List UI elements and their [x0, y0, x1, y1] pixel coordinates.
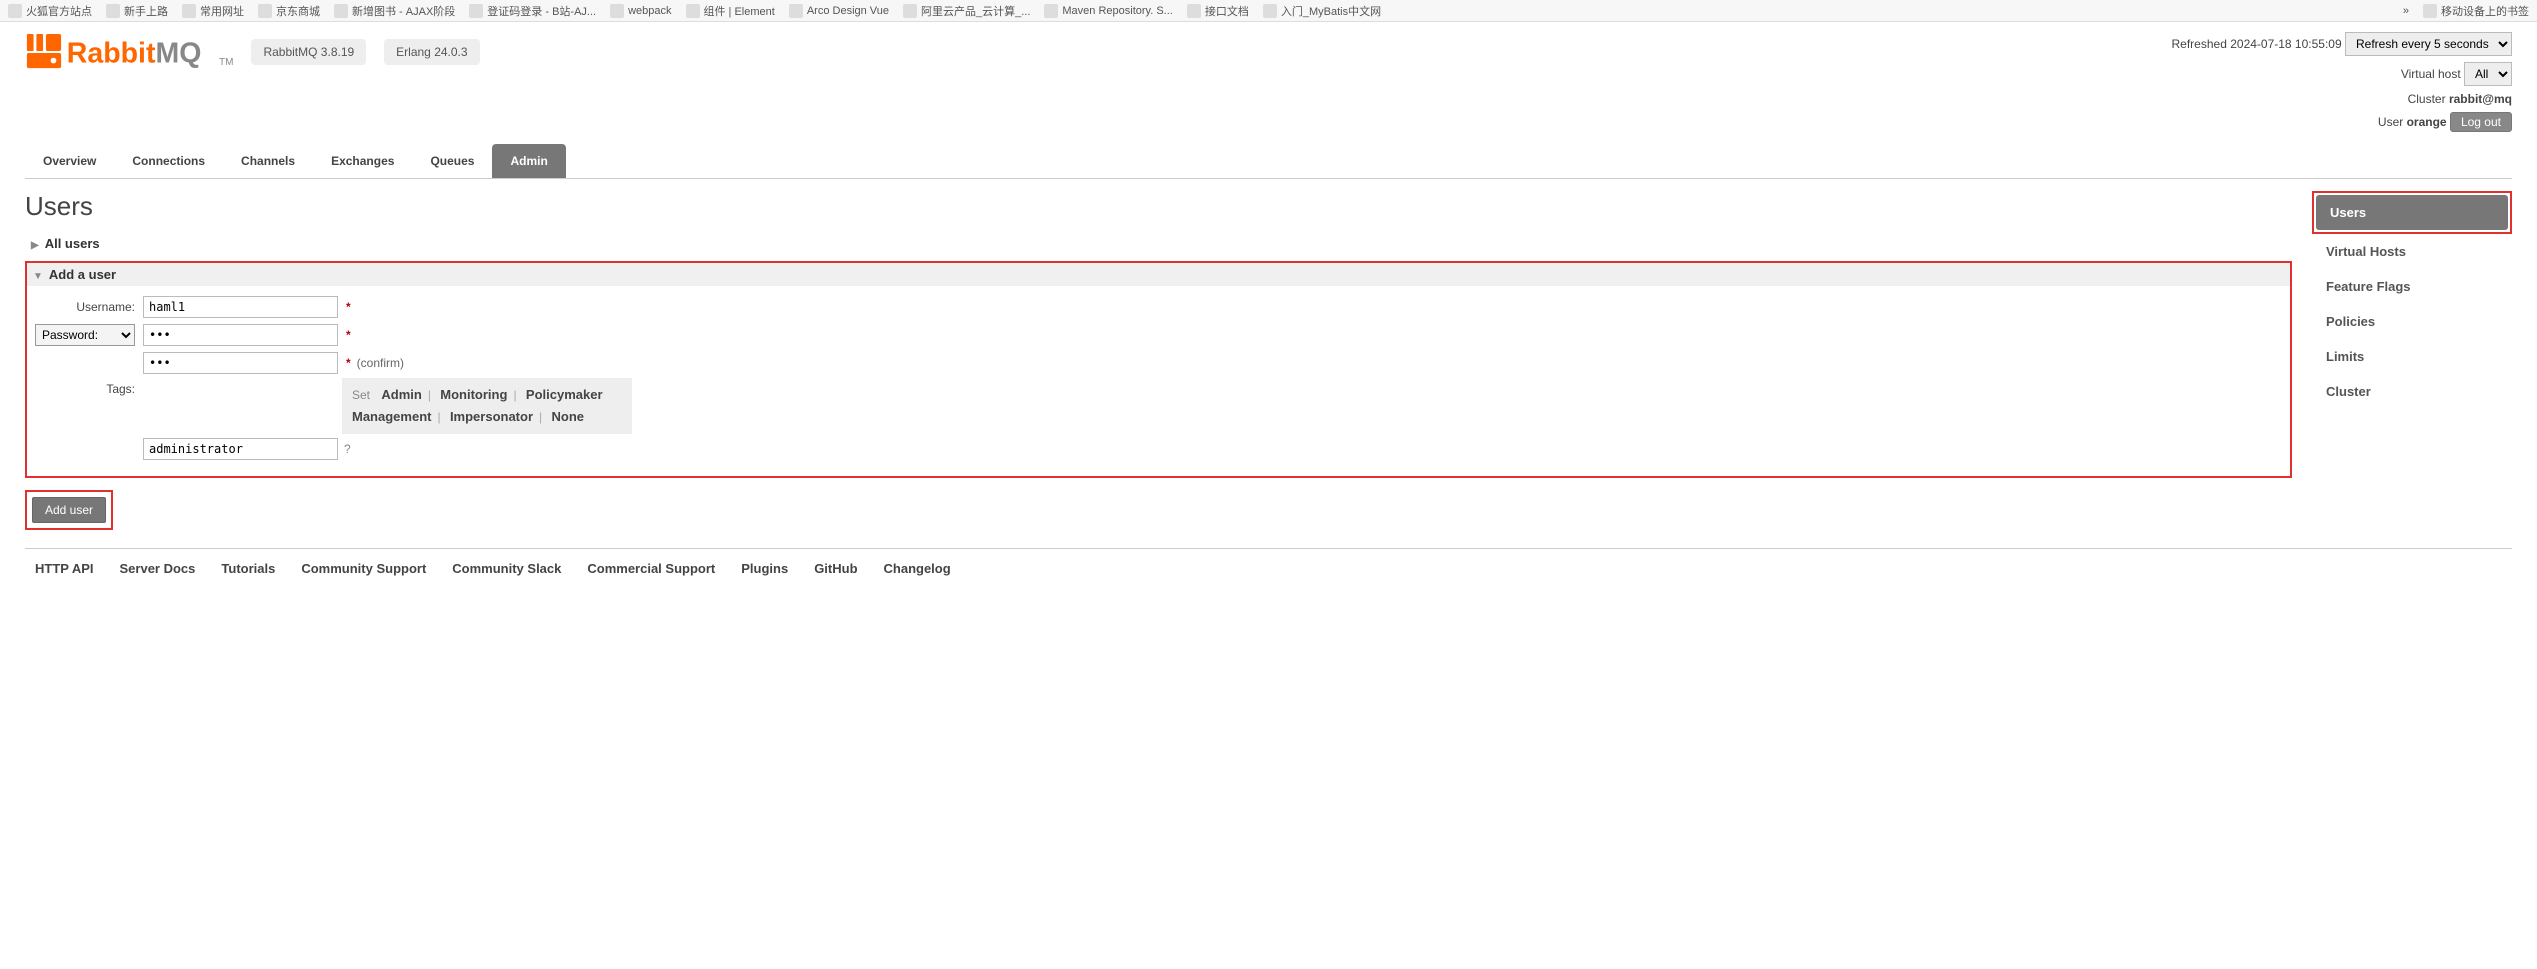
- page-title: Users: [25, 191, 2292, 222]
- bookmark-item[interactable]: 常用网址: [182, 3, 244, 19]
- footer: HTTP API Server Docs Tutorials Community…: [25, 548, 2512, 576]
- tags-input[interactable]: [143, 438, 338, 460]
- tab-exchanges[interactable]: Exchanges: [313, 144, 412, 178]
- trademark: TM: [219, 57, 233, 68]
- svg-text:RabbitMQ: RabbitMQ: [67, 37, 202, 69]
- tab-admin[interactable]: Admin: [492, 144, 565, 178]
- vhost-label: Virtual host: [2401, 67, 2461, 81]
- tags-label: Tags:: [35, 378, 143, 396]
- password-type-select[interactable]: Password:: [35, 324, 135, 346]
- footer-community-slack[interactable]: Community Slack: [452, 561, 561, 576]
- bookmark-overflow[interactable]: »: [2403, 5, 2409, 17]
- footer-changelog[interactable]: Changelog: [884, 561, 951, 576]
- username-label: Username:: [35, 300, 143, 314]
- vhost-select[interactable]: All: [2464, 62, 2512, 86]
- section-add-user[interactable]: Add a user: [27, 263, 2290, 286]
- bookmark-item[interactable]: 新增图书 - AJAX阶段: [334, 3, 455, 19]
- bookmark-item[interactable]: Arco Design Vue: [789, 4, 889, 18]
- footer-plugins[interactable]: Plugins: [741, 561, 788, 576]
- refresh-interval-select[interactable]: Refresh every 5 seconds: [2345, 32, 2512, 56]
- section-all-users[interactable]: All users: [25, 232, 2292, 255]
- sidebar-item-limits[interactable]: Limits: [2312, 339, 2512, 374]
- tag-option-none[interactable]: None: [551, 409, 584, 424]
- bookmark-item[interactable]: 新手上路: [106, 3, 168, 19]
- refreshed-time: 2024-07-18 10:55:09: [2230, 37, 2341, 51]
- rabbitmq-version: RabbitMQ 3.8.19: [251, 39, 366, 65]
- help-icon[interactable]: ?: [344, 442, 351, 456]
- refreshed-label: Refreshed: [2172, 37, 2227, 51]
- password-confirm-input[interactable]: [143, 352, 338, 374]
- bookmark-item[interactable]: 接口文档: [1187, 3, 1249, 19]
- cluster-value: rabbit@mq: [2449, 92, 2512, 106]
- logout-button[interactable]: Log out: [2450, 112, 2512, 132]
- chevron-down-icon: [33, 267, 43, 282]
- browser-bookmarks-bar: 火狐官方站点 新手上路 常用网址 京东商城 新增图书 - AJAX阶段 登证码登…: [0, 0, 2537, 22]
- add-user-button[interactable]: Add user: [32, 497, 106, 523]
- sidebar-item-cluster[interactable]: Cluster: [2312, 374, 2512, 409]
- confirm-label: (confirm): [357, 356, 404, 370]
- footer-community-support[interactable]: Community Support: [301, 561, 426, 576]
- bookmark-item[interactable]: 移动设备上的书签: [2423, 3, 2529, 19]
- tab-channels[interactable]: Channels: [223, 144, 313, 178]
- sidebar-item-users[interactable]: Users: [2316, 195, 2508, 230]
- footer-server-docs[interactable]: Server Docs: [120, 561, 196, 576]
- user-value: orange: [2407, 115, 2447, 129]
- tab-queues[interactable]: Queues: [412, 144, 492, 178]
- cluster-label: Cluster: [2408, 92, 2446, 106]
- chevron-right-icon: [31, 236, 39, 251]
- bookmark-item[interactable]: 组件 | Element: [686, 3, 775, 19]
- tag-helper-box: Set Admin| Monitoring| Policymaker Manag…: [342, 378, 632, 434]
- rabbitmq-logo: RabbitMQ TM: [25, 32, 233, 72]
- user-label: User: [2378, 115, 2403, 129]
- required-marker: *: [346, 300, 351, 314]
- set-label: Set: [352, 388, 370, 402]
- sidebar-item-feature-flags[interactable]: Feature Flags: [2312, 269, 2512, 304]
- tag-option-monitoring[interactable]: Monitoring: [440, 387, 507, 402]
- sidebar-item-virtual-hosts[interactable]: Virtual Hosts: [2312, 234, 2512, 269]
- bookmark-item[interactable]: 火狐官方站点: [8, 3, 92, 19]
- tag-option-admin[interactable]: Admin: [381, 387, 421, 402]
- footer-commercial-support[interactable]: Commercial Support: [587, 561, 715, 576]
- bookmark-item[interactable]: Maven Repository. S...: [1044, 4, 1172, 18]
- tab-overview[interactable]: Overview: [25, 144, 114, 178]
- erlang-version: Erlang 24.0.3: [384, 39, 479, 65]
- username-input[interactable]: [143, 296, 338, 318]
- tag-option-policymaker[interactable]: Policymaker: [526, 387, 603, 402]
- sidebar-item-policies[interactable]: Policies: [2312, 304, 2512, 339]
- tag-option-impersonator[interactable]: Impersonator: [450, 409, 533, 424]
- footer-github[interactable]: GitHub: [814, 561, 857, 576]
- tag-option-management[interactable]: Management: [352, 409, 431, 424]
- footer-tutorials[interactable]: Tutorials: [221, 561, 275, 576]
- password-input[interactable]: [143, 324, 338, 346]
- main-tabs: Overview Connections Channels Exchanges …: [25, 144, 2512, 179]
- required-marker: *: [346, 356, 351, 370]
- bookmark-item[interactable]: 阿里云产品_云计算_...: [903, 3, 1030, 19]
- tab-connections[interactable]: Connections: [114, 144, 223, 178]
- bookmark-item[interactable]: 入门_MyBatis中文网: [1263, 3, 1381, 19]
- footer-http-api[interactable]: HTTP API: [35, 561, 94, 576]
- required-marker: *: [346, 328, 351, 342]
- bookmark-item[interactable]: 京东商城: [258, 3, 320, 19]
- bookmark-item[interactable]: 登证码登录 - B站-AJ...: [469, 3, 596, 19]
- bookmark-item[interactable]: webpack: [610, 4, 671, 18]
